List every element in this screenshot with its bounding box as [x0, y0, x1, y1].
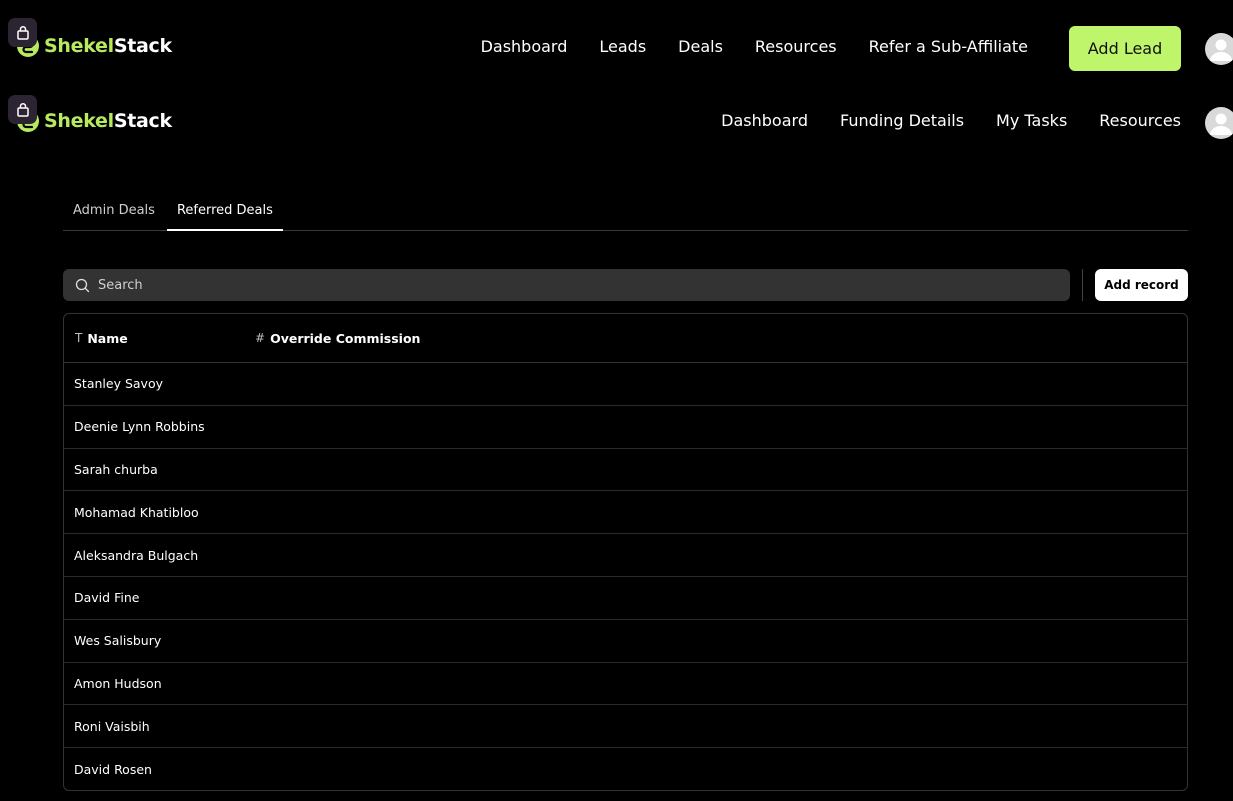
nav-funding-details[interactable]: Funding Details — [840, 111, 964, 130]
cell-name: Wes Salisbury — [74, 633, 162, 649]
tab-referred-deals[interactable]: Referred Deals — [166, 195, 283, 231]
column-header-name[interactable]: T Name — [64, 331, 244, 346]
lock-icon[interactable] — [8, 95, 37, 124]
table-header: T Name # Override Commission — [64, 314, 1187, 363]
add-record-button[interactable]: Add record — [1095, 269, 1188, 301]
logo-text: ShekelStack — [44, 35, 172, 57]
table-row[interactable]: David Fine — [64, 577, 1187, 620]
search-icon — [75, 278, 90, 292]
lock-icon[interactable] — [8, 18, 37, 47]
search-input[interactable] — [96, 276, 996, 294]
nav-leads[interactable]: Leads — [599, 37, 646, 56]
table-row[interactable]: Stanley Savoy — [64, 363, 1187, 406]
table-row[interactable]: Wes Salisbury — [64, 620, 1187, 663]
table-row[interactable]: Aleksandra Bulgach — [64, 534, 1187, 577]
primary-nav-links: Dashboard Leads Deals Resources Refer a … — [449, 37, 1028, 56]
table-row[interactable]: Deenie Lynn Robbins — [64, 406, 1187, 449]
table-row[interactable]: David Rosen — [64, 748, 1187, 790]
column-label-name: Name — [87, 330, 128, 346]
cell-name: Stanley Savoy — [74, 376, 163, 392]
nav-deals[interactable]: Deals — [678, 37, 723, 56]
referred-deals-table: T Name # Override Commission Stanley Sav… — [63, 313, 1188, 791]
primary-navbar: ShekelStack Dashboard Leads Deals Resour… — [0, 11, 1233, 85]
cell-name: Aleksandra Bulgach — [74, 547, 199, 563]
nav-refer-sub-affiliate[interactable]: Refer a Sub-Affiliate — [869, 37, 1028, 56]
text-type-icon: T — [75, 331, 83, 345]
tab-admin-deals[interactable]: Admin Deals — [63, 195, 165, 231]
deal-tabs: Admin Deals Referred Deals — [63, 195, 1188, 231]
add-lead-button[interactable]: Add Lead — [1069, 26, 1181, 71]
table-row[interactable]: Roni Vaisbih — [64, 705, 1187, 749]
user-icon — [1210, 39, 1232, 61]
cell-name: Sarah churba — [74, 461, 158, 477]
nav-dashboard[interactable]: Dashboard — [721, 111, 808, 130]
column-label-override-commission: Override Commission — [270, 330, 421, 346]
cell-name: Mohamad Khatibloo — [74, 504, 199, 520]
user-avatar[interactable] — [1205, 107, 1233, 139]
cell-name: David Rosen — [74, 762, 152, 778]
search-bar[interactable] — [63, 269, 1070, 301]
nav-resources[interactable]: Resources — [755, 37, 837, 56]
column-header-override-commission[interactable]: # Override Commission — [244, 331, 420, 346]
user-avatar[interactable] — [1205, 33, 1233, 65]
nav-resources[interactable]: Resources — [1099, 111, 1181, 130]
cell-name: Amon Hudson — [74, 675, 162, 691]
nav-dashboard[interactable]: Dashboard — [481, 37, 568, 56]
brand-logo[interactable]: ShekelStack — [16, 109, 172, 133]
secondary-nav-links: Dashboard Funding Details My Tasks Resou… — [689, 111, 1181, 130]
toolbar-divider — [1082, 269, 1083, 301]
secondary-navbar: ShekelStack Dashboard Funding Details My… — [0, 85, 1233, 159]
user-icon — [1210, 113, 1232, 135]
nav-my-tasks[interactable]: My Tasks — [996, 111, 1067, 130]
cell-name: Deenie Lynn Robbins — [74, 419, 205, 435]
cell-name: David Fine — [74, 590, 140, 606]
table-row[interactable]: Mohamad Khatibloo — [64, 491, 1187, 535]
cell-name: Roni Vaisbih — [74, 718, 150, 734]
table-row[interactable]: Amon Hudson — [64, 663, 1187, 706]
table-row[interactable]: Sarah churba — [64, 449, 1187, 492]
logo-text: ShekelStack — [44, 110, 172, 132]
brand-logo[interactable]: ShekelStack — [16, 34, 172, 58]
number-hash-icon: # — [255, 331, 266, 345]
